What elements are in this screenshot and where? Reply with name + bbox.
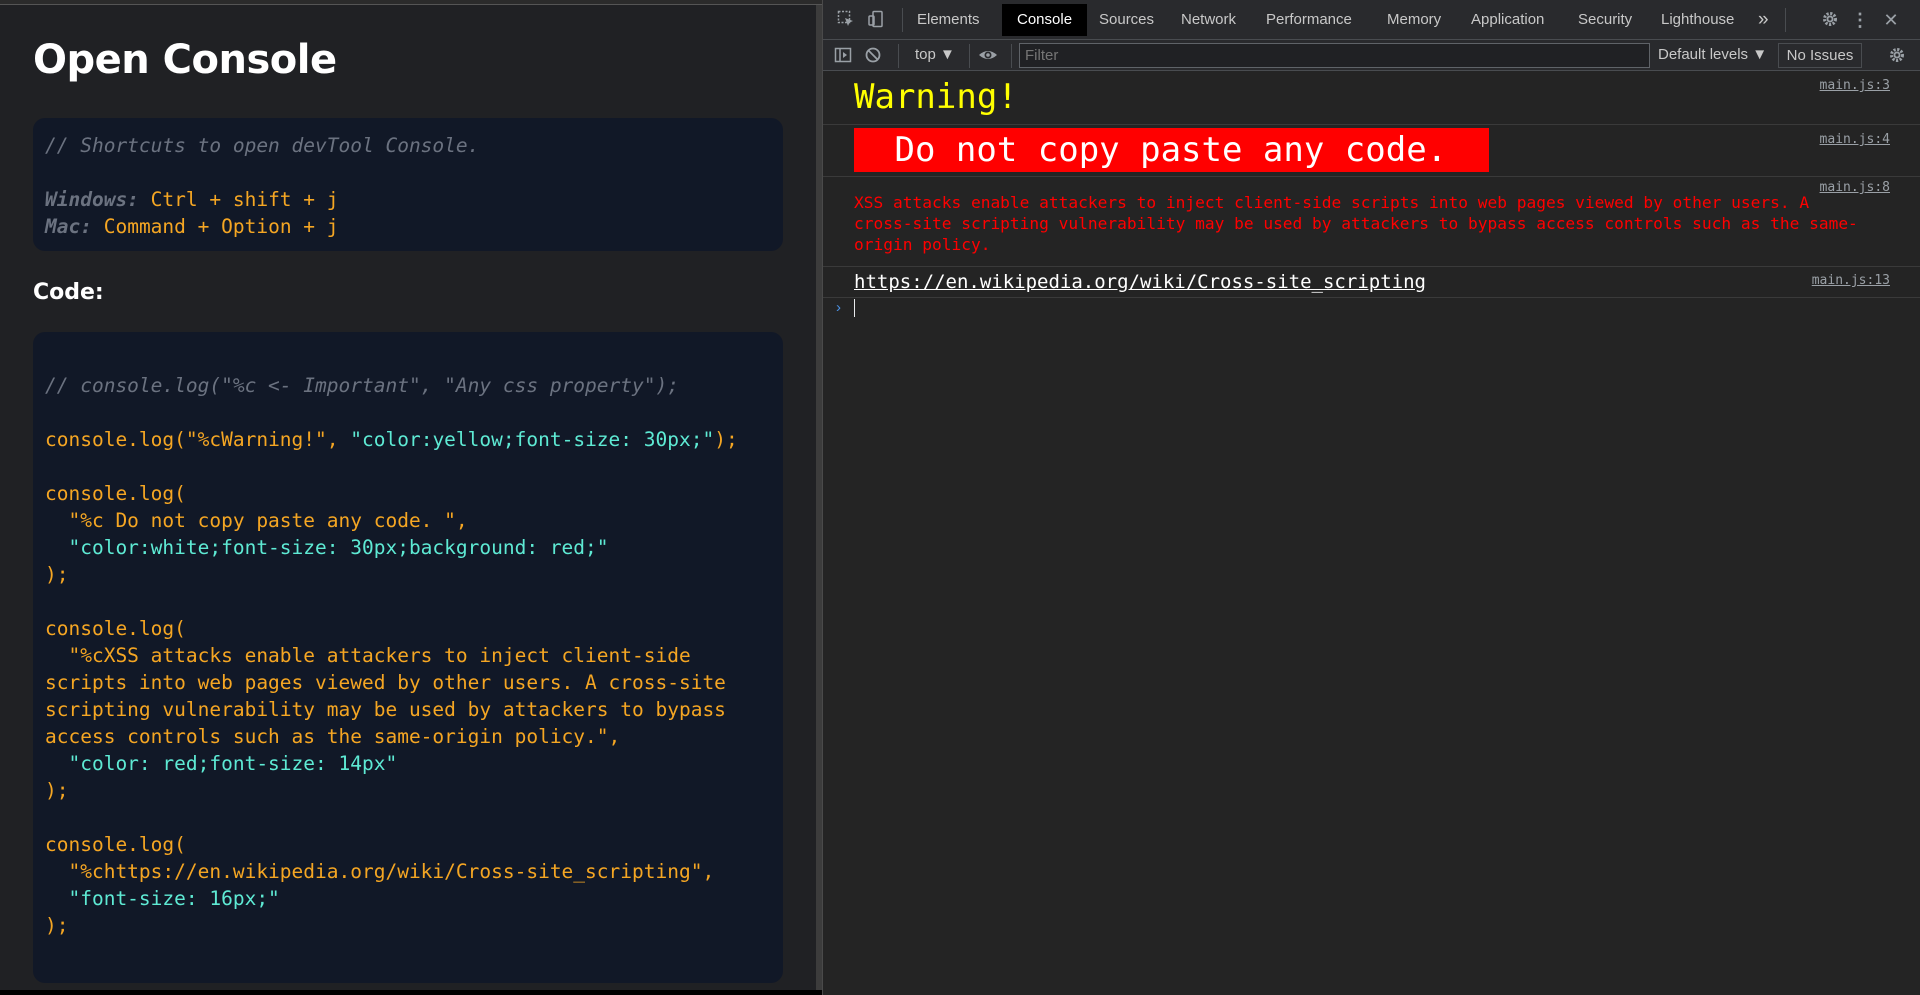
code-line: "%cXSS attacks enable attackers to injec… bbox=[45, 644, 691, 667]
code-line: "%c Do not copy paste any code. ", bbox=[45, 509, 468, 532]
devtools-tabbar: Elements Console Sources Network Perform… bbox=[823, 0, 1920, 40]
code-line: "color: red;font-size: 14px" bbox=[45, 752, 398, 775]
console-message: Warning! main.js:3 bbox=[823, 71, 1920, 125]
tab-performance[interactable]: Performance bbox=[1258, 4, 1360, 36]
console-settings-gear-icon[interactable] bbox=[1887, 46, 1907, 66]
mac-label: Mac: bbox=[45, 215, 92, 238]
code-string: "color:yellow;font-size: 30px;" bbox=[350, 428, 715, 451]
more-tabs-icon[interactable]: » bbox=[1750, 4, 1777, 36]
tab-application[interactable]: Application bbox=[1463, 4, 1552, 36]
console-output: Warning! main.js:3 Do not copy paste any… bbox=[823, 71, 1920, 995]
console-prompt-input[interactable] bbox=[854, 299, 855, 317]
tab-memory[interactable]: Memory bbox=[1379, 4, 1449, 36]
code-token: ); bbox=[714, 428, 738, 451]
close-icon[interactable]: ✕ bbox=[1881, 10, 1901, 30]
toolbar-divider bbox=[902, 8, 903, 32]
toolbar-divider bbox=[1011, 44, 1012, 68]
code-line: console.log( bbox=[45, 833, 186, 856]
more-options-icon[interactable]: ⋮ bbox=[1850, 10, 1870, 30]
console-message-link[interactable]: https://en.wikipedia.org/wiki/Cross-site… bbox=[854, 271, 1426, 293]
code-block: // console.log("%c <- Important", "Any c… bbox=[33, 332, 783, 983]
console-message-text: Do not copy paste any code. bbox=[854, 128, 1489, 172]
code-line: "%chttps://en.wikipedia.org/wiki/Cross-s… bbox=[45, 860, 715, 883]
code-heading: Code: bbox=[33, 280, 104, 305]
shortcuts-code-block: // Shortcuts to open devTool Console. Win… bbox=[33, 118, 783, 251]
device-toolbar-icon[interactable] bbox=[866, 10, 886, 30]
tab-sources[interactable]: Sources bbox=[1091, 4, 1162, 36]
tab-security[interactable]: Security bbox=[1570, 4, 1640, 36]
tab-console[interactable]: Console bbox=[1002, 4, 1088, 36]
code-line: ); bbox=[45, 914, 69, 937]
console-message: XSS attacks enable attackers to inject c… bbox=[823, 177, 1920, 267]
source-link[interactable]: main.js:13 bbox=[1812, 273, 1890, 288]
clear-console-icon[interactable] bbox=[863, 46, 883, 66]
tab-elements[interactable]: Elements bbox=[909, 4, 988, 36]
code-line: "color:white;font-size: 30px;background:… bbox=[45, 536, 609, 559]
console-toolbar: top ▼ Default levels ▼ No Issues bbox=[823, 40, 1920, 71]
code-string: "%cWarning!" bbox=[185, 428, 327, 451]
tab-lighthouse[interactable]: Lighthouse bbox=[1653, 4, 1742, 36]
toolbar-divider bbox=[1785, 8, 1786, 32]
code-line: scripts into web pages viewed by other u… bbox=[45, 671, 726, 694]
code-line: scripting vulnerability may be used by a… bbox=[45, 698, 726, 721]
code-line: console.log( bbox=[45, 617, 186, 640]
code-token: , bbox=[326, 428, 351, 451]
settings-gear-icon[interactable] bbox=[1820, 10, 1840, 30]
source-link[interactable]: main.js:8 bbox=[1820, 180, 1890, 195]
toolbar-divider bbox=[969, 44, 970, 68]
windows-shortcut: Ctrl + shift + j bbox=[150, 188, 339, 211]
code-line: ); bbox=[45, 563, 69, 586]
code-token: console.log( bbox=[45, 428, 186, 451]
prompt-chevron-icon: › bbox=[836, 299, 841, 316]
inspect-element-icon[interactable] bbox=[836, 10, 856, 30]
live-expression-eye-icon[interactable] bbox=[978, 46, 998, 66]
toolbar-divider bbox=[898, 44, 899, 68]
mac-shortcut: Command + Option + j bbox=[103, 215, 339, 238]
source-link[interactable]: main.js:3 bbox=[1820, 78, 1890, 93]
log-levels-dropdown[interactable]: Default levels ▼ bbox=[1658, 46, 1767, 63]
code-comment: // console.log("%c <- Important", "Any c… bbox=[45, 374, 679, 397]
filter-input[interactable] bbox=[1019, 43, 1650, 68]
code-line: console.log( bbox=[45, 482, 186, 505]
web-page: Open Console // Shortcuts to open devToo… bbox=[0, 5, 816, 990]
code-line: "font-size: 16px;" bbox=[45, 887, 280, 910]
context-selector[interactable]: top ▼ bbox=[915, 46, 955, 63]
tab-network[interactable]: Network bbox=[1173, 4, 1244, 36]
windows-label: Windows: bbox=[45, 188, 139, 211]
console-message-text: XSS attacks enable attackers to inject c… bbox=[854, 193, 1858, 254]
page-title: Open Console bbox=[33, 37, 337, 83]
console-message: Do not copy paste any code. main.js:4 bbox=[823, 125, 1920, 177]
code-line: ); bbox=[45, 779, 69, 802]
source-link[interactable]: main.js:4 bbox=[1820, 132, 1890, 147]
console-message-text: Warning! bbox=[854, 77, 1018, 117]
devtools-panel: Elements Console Sources Network Perform… bbox=[822, 0, 1920, 995]
console-message: https://en.wikipedia.org/wiki/Cross-site… bbox=[823, 267, 1920, 298]
code-line: access controls such as the same-origin … bbox=[45, 725, 621, 748]
issues-button[interactable]: No Issues bbox=[1778, 43, 1862, 68]
sidebar-toggle-icon[interactable] bbox=[833, 46, 853, 66]
shortcuts-comment: // Shortcuts to open devTool Console. bbox=[45, 134, 480, 157]
